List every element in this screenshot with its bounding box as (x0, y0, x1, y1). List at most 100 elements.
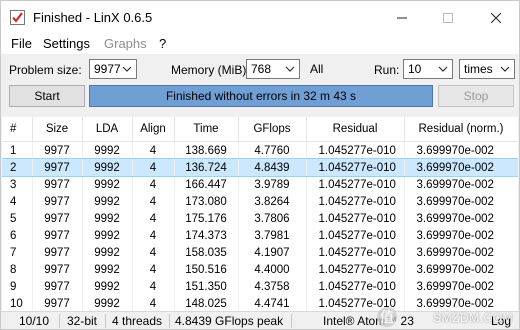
cell-residual-norm: 3.699970e-002 (404, 141, 518, 159)
header-size[interactable]: Size (32, 117, 83, 142)
header-index[interactable]: # (2, 117, 33, 142)
status-threads: 4 threads (112, 314, 163, 328)
minimize-button[interactable] (379, 1, 425, 34)
table-header-row: # Size LDA Align Time GFlops Residual Re… (2, 117, 518, 142)
cell-residual: 1.045277e-010 (306, 227, 405, 244)
cell-index: 2 (2, 159, 33, 176)
cell-lda: 9992 (82, 141, 133, 159)
cell-index: 3 (2, 176, 33, 193)
cell-residual-norm: 3.699970e-002 (404, 295, 518, 311)
table-row[interactable]: 10 9977 9992 4 148.025 4.4741 1.045277e-010 3.6… (2, 295, 518, 311)
run-count-combo[interactable]: 10 (403, 59, 453, 79)
header-lda[interactable]: LDA (82, 117, 133, 142)
cell-time: 136.724 (174, 159, 239, 176)
chevron-down-icon (285, 66, 295, 72)
problem-size-combo[interactable]: 9977 (89, 59, 137, 79)
cell-residual: 1.045277e-010 (306, 159, 405, 176)
watermark-text: SMZDM.COM (433, 311, 513, 325)
cell-time: 175.176 (174, 210, 239, 227)
cell-residual-norm: 3.699970e-002 (404, 210, 518, 227)
table-row[interactable]: 2 9977 9992 4 136.724 4.8439 1.045277e-010 3.69… (2, 158, 518, 177)
cell-size: 9977 (32, 193, 83, 210)
menu-help[interactable]: ? (159, 36, 166, 51)
table-row[interactable]: 5 9977 9992 4 175.176 3.7806 1.045277e-010 3.69… (2, 210, 518, 227)
cell-residual: 1.045277e-010 (306, 193, 405, 210)
menu-settings[interactable]: Settings (43, 36, 90, 51)
cell-index: 4 (2, 193, 33, 210)
cell-residual: 1.045277e-010 (306, 244, 405, 261)
cell-time: 174.373 (174, 227, 239, 244)
chevron-down-icon (500, 66, 510, 72)
cell-residual-norm: 3.699970e-002 (404, 159, 518, 176)
maximize-icon (443, 12, 453, 23)
table-row[interactable]: 8 9977 9992 4 150.516 4.4000 1.045277e-010 3.69… (2, 261, 518, 278)
cell-time: 148.025 (174, 295, 239, 311)
menu-graphs[interactable]: Graphs (104, 36, 147, 51)
header-residual[interactable]: Residual (306, 117, 405, 142)
cell-size: 9977 (32, 159, 83, 176)
cell-lda: 9992 (82, 159, 133, 176)
cell-align: 4 (132, 227, 175, 244)
cell-residual: 1.045277e-010 (306, 278, 405, 295)
cell-gflops: 4.4741 (238, 295, 307, 311)
cell-align: 4 (132, 141, 175, 159)
table-row[interactable]: 9 9977 9992 4 151.350 4.3758 1.045277e-010 3.69… (2, 278, 518, 295)
cell-residual: 1.045277e-010 (306, 210, 405, 227)
title-bar[interactable]: Finished - LinX 0.6.5 (1, 1, 519, 34)
maximize-button[interactable] (425, 1, 471, 34)
memory-all-link[interactable]: All (310, 62, 323, 76)
cell-lda: 9992 (82, 193, 133, 210)
cell-lda: 9992 (82, 227, 133, 244)
status-peak: 4.8439 GFlops peak (175, 314, 284, 328)
table-row[interactable]: 4 9977 9992 4 173.080 3.8264 1.045277e-010 3.69… (2, 193, 518, 210)
cell-residual: 1.045277e-010 (306, 176, 405, 193)
table-row[interactable]: 1 9977 9992 4 138.669 4.7760 1.045277e-010 3.69… (2, 141, 518, 159)
chevron-down-icon (438, 66, 448, 72)
header-residual-norm[interactable]: Residual (norm.) (404, 117, 518, 142)
results-table[interactable]: # Size LDA Align Time GFlops Residual Re… (2, 117, 518, 311)
stop-button[interactable]: Stop (438, 85, 514, 107)
problem-size-value: 9977 (94, 62, 121, 76)
run-unit-value: times (464, 62, 493, 76)
memory-value: 768 (251, 62, 272, 76)
checkbox-app-icon (10, 10, 25, 25)
cell-lda: 9992 (82, 261, 133, 278)
close-button[interactable] (473, 1, 519, 34)
header-align[interactable]: Align (132, 117, 175, 142)
table-row[interactable]: 7 9977 9992 4 158.035 4.1907 1.045277e-010 3.69… (2, 244, 518, 261)
cell-lda: 9992 (82, 278, 133, 295)
cell-time: 138.669 (174, 141, 239, 159)
cell-size: 9977 (32, 141, 83, 159)
cell-size: 9977 (32, 278, 83, 295)
run-status-bar: Finished without errors in 32 m 43 s (89, 85, 433, 107)
table-row[interactable]: 6 9977 9992 4 174.373 3.7981 1.045277e-010 3.69… (2, 227, 518, 244)
cell-gflops: 4.8439 (238, 159, 307, 176)
cell-index: 6 (2, 227, 33, 244)
cell-residual-norm: 3.699970e-002 (404, 193, 518, 210)
header-gflops[interactable]: GFlops (238, 117, 307, 142)
cell-size: 9977 (32, 244, 83, 261)
chevron-down-icon (122, 66, 132, 72)
menu-bar: File Settings Graphs ? (1, 34, 519, 54)
cell-residual-norm: 3.699970e-002 (404, 176, 518, 193)
header-time[interactable]: Time (174, 117, 239, 142)
cell-time: 158.035 (174, 244, 239, 261)
start-button[interactable]: Start (9, 85, 85, 107)
cell-residual-norm: 3.699970e-002 (404, 261, 518, 278)
status-progress: 10/10 (19, 314, 50, 328)
run-unit-combo[interactable]: times (459, 59, 515, 79)
cell-gflops: 3.7806 (238, 210, 307, 227)
cell-time: 151.350 (174, 278, 239, 295)
cell-align: 4 (132, 159, 175, 176)
memory-combo[interactable]: 768 (246, 59, 300, 79)
cell-lda: 9992 (82, 244, 133, 261)
cell-gflops: 3.9789 (238, 176, 307, 193)
cell-time: 166.447 (174, 176, 239, 193)
linx-window: Finished - LinX 0.6.5 File Settings Grap… (0, 0, 520, 330)
cell-gflops: 4.7760 (238, 141, 307, 159)
cell-align: 4 (132, 244, 175, 261)
cell-align: 4 (132, 176, 175, 193)
menu-file[interactable]: File (11, 36, 32, 51)
table-row[interactable]: 3 9977 9992 4 166.447 3.9789 1.045277e-010 3.69… (2, 176, 518, 193)
cell-residual-norm: 3.699970e-002 (404, 227, 518, 244)
